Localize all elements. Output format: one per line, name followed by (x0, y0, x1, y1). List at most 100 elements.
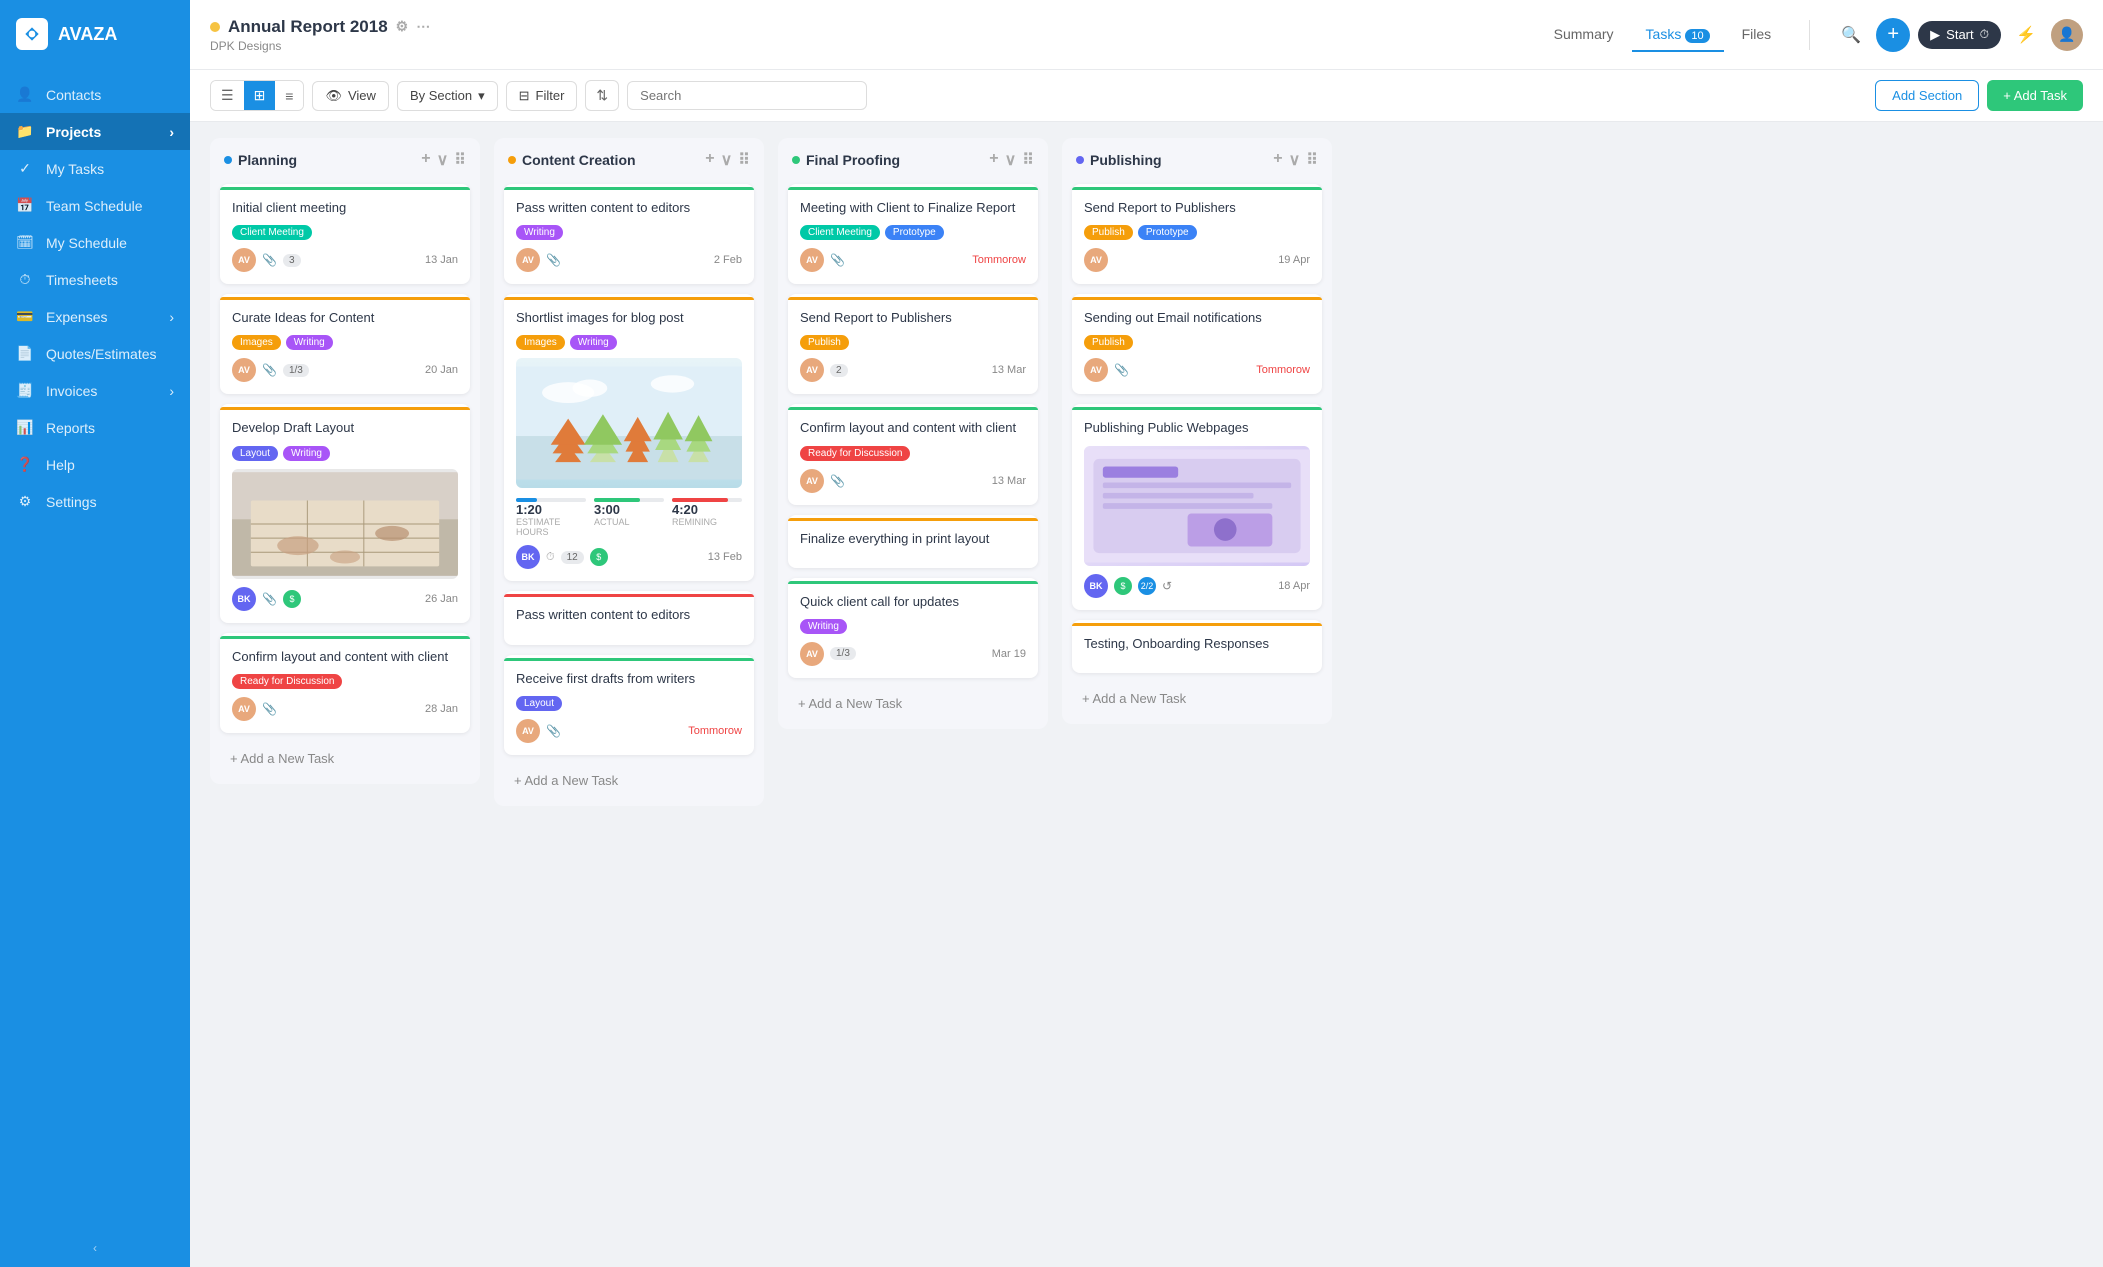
by-section-dropdown[interactable]: By Section ▾ (397, 81, 498, 111)
chevron-icon[interactable]: ∨ (1289, 150, 1301, 170)
add-section-button[interactable]: Add Section (1875, 80, 1979, 111)
card-top-bar-fp3 (788, 407, 1038, 410)
add-task-row-publishing[interactable]: + Add a New Task (1072, 683, 1322, 714)
sidebar-item-invoices[interactable]: 🧾 Invoices › (0, 372, 190, 409)
card-fp2[interactable]: Send Report to PublishersPublishAV213 Ma… (788, 294, 1038, 394)
card-date-fp1: Tommorow (972, 254, 1026, 266)
tag-c2: Images (232, 335, 281, 350)
card-cc1[interactable]: Pass written content to editorsWritingAV… (504, 184, 754, 284)
sidebar-item-reports[interactable]: 📊 Reports (0, 409, 190, 446)
drag-icon[interactable]: ⠿ (454, 150, 466, 170)
add-icon[interactable]: + (421, 150, 430, 170)
card-cc4[interactable]: Receive first drafts from writersLayoutA… (504, 655, 754, 755)
nav-icon-my-schedule: 🗓 (16, 234, 34, 251)
header-nav-tasks[interactable]: Tasks10 (1632, 18, 1724, 52)
add-button[interactable]: + (1876, 18, 1910, 52)
filter-btn[interactable]: ⊟ Filter (506, 81, 578, 111)
tag-fp3: Ready for Discussion (800, 446, 910, 461)
lightning-icon[interactable]: ⚡ (2009, 18, 2043, 52)
card-title-pb4: Testing, Onboarding Responses (1084, 635, 1310, 653)
card-date-c4: 28 Jan (425, 703, 458, 715)
card-c2[interactable]: Curate Ideas for ContentImagesWritingAV📎… (220, 294, 470, 394)
chevron-icon[interactable]: ∨ (721, 150, 733, 170)
card-top-bar-pb3 (1072, 407, 1322, 410)
list-view-btn[interactable]: ☰ (211, 81, 244, 110)
card-fp4[interactable]: Finalize everything in print layout (788, 515, 1038, 568)
toolbar: ☰ ⊞ ≡ 👁 View By Section ▾ ⊟ Filter ⇅ Add… (190, 70, 2103, 122)
card-c3[interactable]: Develop Draft LayoutLayoutWriting (220, 404, 470, 622)
card-pb1[interactable]: Send Report to PublishersPublishPrototyp… (1072, 184, 1322, 284)
card-top-bar-fp1 (788, 187, 1038, 190)
card-c1[interactable]: Initial client meetingClient MeetingAV📎3… (220, 184, 470, 284)
sidebar-item-timesheets[interactable]: ⏱ Timesheets (0, 261, 190, 298)
add-task-row-planning[interactable]: + Add a New Task (220, 743, 470, 774)
sidebar-item-projects[interactable]: 📁 Projects › (0, 113, 190, 150)
attachment-icon: 📎 (830, 253, 845, 267)
sidebar-item-my-schedule[interactable]: 🗓 My Schedule (0, 224, 190, 261)
add-task-row-content-creation[interactable]: + Add a New Task (504, 765, 754, 796)
nav-icon-reports: 📊 (16, 419, 34, 436)
sidebar-item-my-tasks[interactable]: ✓ My Tasks (0, 150, 190, 187)
card-fp1[interactable]: Meeting with Client to Finalize ReportCl… (788, 184, 1038, 284)
column-header-content-creation: Content Creation + ∨ ⠿ (494, 138, 764, 178)
project-subtitle: DPK Designs (210, 39, 1524, 53)
add-icon[interactable]: + (705, 150, 714, 170)
nav-label-timesheets: Timesheets (46, 272, 118, 288)
filter-icon: ⊟ (519, 88, 530, 104)
sidebar-item-help[interactable]: ❓ Help (0, 446, 190, 483)
header-nav-summary[interactable]: Summary (1540, 18, 1628, 52)
chevron-icon[interactable]: ∨ (437, 150, 449, 170)
card-pb4[interactable]: Testing, Onboarding Responses (1072, 620, 1322, 673)
card-pb2[interactable]: Sending out Email notificationsPublishAV… (1072, 294, 1322, 394)
kanban-board: Planning + ∨ ⠿ Initial client meetingCli… (190, 122, 2103, 1267)
header-nav-files[interactable]: Files (1728, 18, 1786, 52)
add-icon[interactable]: + (1273, 150, 1282, 170)
nav-label-my-schedule: My Schedule (46, 235, 127, 251)
card-fp3[interactable]: Confirm layout and content with clientRe… (788, 404, 1038, 504)
chevron-right-icon: › (169, 309, 174, 325)
drag-icon[interactable]: ⠿ (738, 150, 750, 170)
add-task-button[interactable]: + Add Task (1987, 80, 2083, 111)
card-title-c1: Initial client meeting (232, 199, 458, 217)
forest-illustration (516, 358, 742, 488)
card-title-cc1: Pass written content to editors (516, 199, 742, 217)
card-fp5[interactable]: Quick client call for updatesWritingAV1/… (788, 578, 1038, 678)
board-view-btn[interactable]: ⊞ (244, 81, 276, 110)
card-cc2[interactable]: Shortlist images for blog postImagesWrit… (504, 294, 754, 581)
table-view-btn[interactable]: ≡ (275, 81, 303, 110)
gear-icon[interactable]: ⚙ (396, 18, 409, 35)
sidebar-logo[interactable]: AVAZA (0, 0, 190, 68)
remaining-segment: 4:20 REMINING (672, 496, 742, 537)
card-c4[interactable]: Confirm layout and content with clientRe… (220, 633, 470, 733)
sidebar-item-team-schedule[interactable]: 📅 Team Schedule (0, 187, 190, 224)
card-date-fp2: 13 Mar (992, 364, 1026, 376)
card-pb3[interactable]: Publishing Public Webpages BK$2/2↺18 Apr (1072, 404, 1322, 609)
view-selector[interactable]: 👁 View (312, 81, 388, 111)
card-avatar-pb1: AV (1084, 248, 1108, 272)
search-icon[interactable]: 🔍 (1834, 18, 1868, 52)
start-button[interactable]: ▶ Start ⏱ (1918, 21, 2001, 49)
add-icon[interactable]: + (989, 150, 998, 170)
sidebar-item-contacts[interactable]: 👤 Contacts (0, 76, 190, 113)
drag-icon[interactable]: ⠿ (1022, 150, 1034, 170)
sidebar-item-settings[interactable]: ⚙ Settings (0, 483, 190, 520)
sidebar-item-quotes[interactable]: 📄 Quotes/Estimates (0, 335, 190, 372)
tag-fp2: Publish (800, 335, 849, 350)
card-cc3[interactable]: Pass written content to editors (504, 591, 754, 644)
sync-icon: ↺ (1162, 579, 1172, 593)
tasks-badge: 10 (1685, 29, 1709, 43)
sort-btn[interactable]: ⇅ (585, 80, 619, 111)
nav-label-quotes: Quotes/Estimates (46, 346, 157, 362)
drag-icon[interactable]: ⠿ (1306, 150, 1318, 170)
sidebar-item-expenses[interactable]: 💳 Expenses › (0, 298, 190, 335)
user-avatar[interactable]: 👤 (2051, 19, 2083, 51)
add-task-row-final-proofing[interactable]: + Add a New Task (788, 688, 1038, 719)
card-footer-pb3: BK$2/2↺18 Apr (1084, 574, 1310, 598)
chevron-icon[interactable]: ∨ (1005, 150, 1017, 170)
column-actions-content-creation: + ∨ ⠿ (705, 150, 750, 170)
more-icon[interactable]: ⋯ (416, 18, 430, 35)
sidebar-collapse[interactable]: ‹ (0, 1229, 190, 1267)
card-footer-c1: AV📎313 Jan (232, 248, 458, 272)
search-input[interactable] (627, 81, 867, 110)
card-title-cc3: Pass written content to editors (516, 606, 742, 624)
